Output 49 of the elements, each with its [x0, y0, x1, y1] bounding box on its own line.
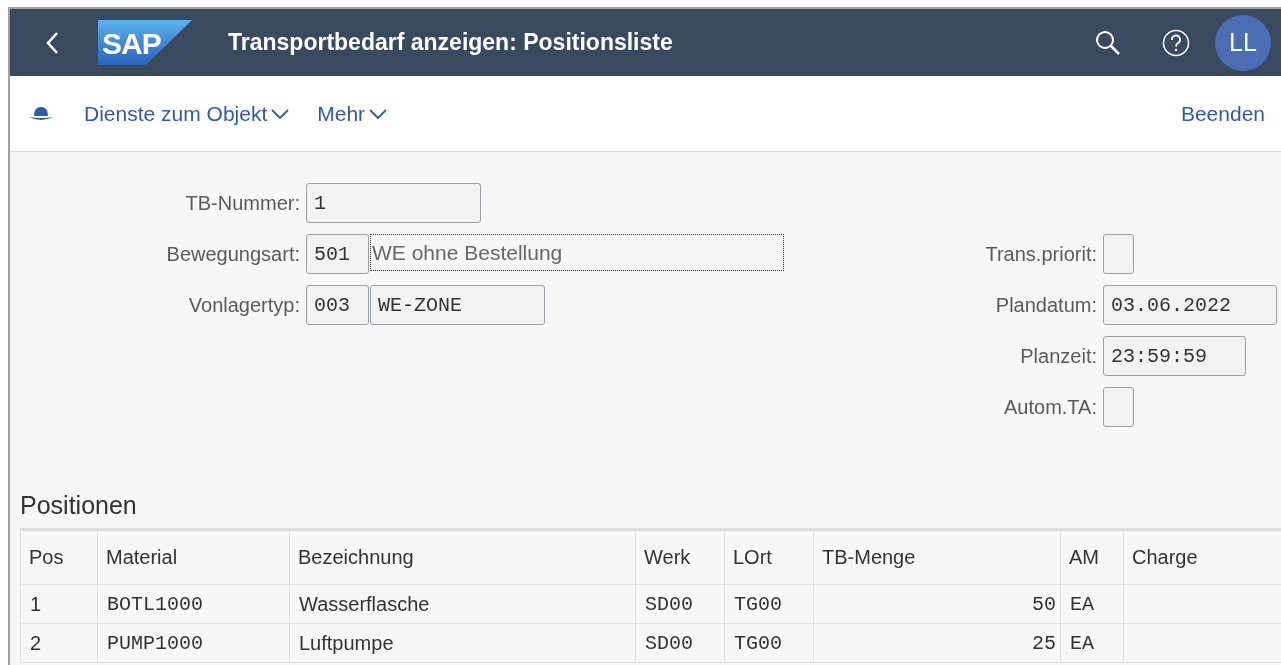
- table-cell: Luftpumpe: [289, 623, 636, 663]
- field-label: Vonlagertyp:: [188, 293, 300, 317]
- page-title: Transportbedarf anzeigen: Positionsliste: [228, 29, 674, 56]
- chevron-left-icon: [45, 30, 59, 55]
- column-header: Pos: [20, 529, 98, 585]
- field-label: Trans.priorit:: [985, 242, 1097, 266]
- column-header: Werk: [635, 529, 725, 585]
- table-cell: 25: [813, 623, 1061, 663]
- section-title: Positionen: [20, 490, 138, 521]
- field-label: Bewegungsart:: [166, 242, 300, 266]
- table-cell: 50: [813, 584, 1061, 624]
- table-cell: Wasserflasche: [289, 584, 636, 624]
- input-field[interactable]: 03.06.2022: [1103, 285, 1277, 325]
- field-label: TB-Nummer:: [185, 191, 300, 215]
- table-cell: PUMP1000: [97, 623, 290, 663]
- column-header: Bezeichnung: [289, 529, 636, 585]
- table-cell: EA: [1060, 584, 1124, 624]
- chevron-down-icon: [369, 108, 388, 119]
- column-header: Material: [97, 529, 290, 585]
- table-cell: SD00: [635, 623, 725, 663]
- table-cell: EA: [1060, 623, 1124, 663]
- field-label: Autom.TA:: [1004, 395, 1097, 419]
- column-header: TB-Menge: [813, 529, 1061, 585]
- column-header: LOrt: [724, 529, 814, 585]
- column-header: AM: [1060, 529, 1124, 585]
- input-field[interactable]: 501: [306, 234, 369, 274]
- help-button[interactable]: [1161, 27, 1191, 58]
- input-field[interactable]: 23:59:59: [1103, 336, 1246, 376]
- logo-icon: SAP: [98, 20, 192, 65]
- input-field[interactable]: [1103, 234, 1134, 274]
- table-cell: BOTL1000: [97, 584, 290, 624]
- input-field[interactable]: 1: [306, 183, 481, 223]
- menu-button[interactable]: Dienste zum Objekt: [84, 101, 290, 126]
- table-cell: TG00: [724, 584, 814, 624]
- input-field[interactable]: WE-ZONE: [370, 285, 545, 325]
- hat-icon: [28, 105, 54, 122]
- table-cell: SD00: [635, 584, 725, 624]
- table-cell: 1: [20, 584, 98, 624]
- field-label: Plandatum:: [995, 293, 1097, 317]
- description-text: WE ohne Bestellung: [370, 234, 784, 271]
- input-field[interactable]: 003: [306, 285, 369, 325]
- chevron-down-icon: [271, 108, 290, 119]
- user-avatar[interactable]: LL: [1215, 14, 1271, 71]
- menu-button[interactable]: Mehr: [317, 101, 388, 126]
- table-cell: TG00: [724, 623, 814, 663]
- checkbox[interactable]: [1103, 387, 1134, 427]
- exit-button[interactable]: Beenden: [1180, 101, 1265, 126]
- field-label: Planzeit:: [1020, 344, 1097, 368]
- table-cell: 2: [20, 623, 98, 663]
